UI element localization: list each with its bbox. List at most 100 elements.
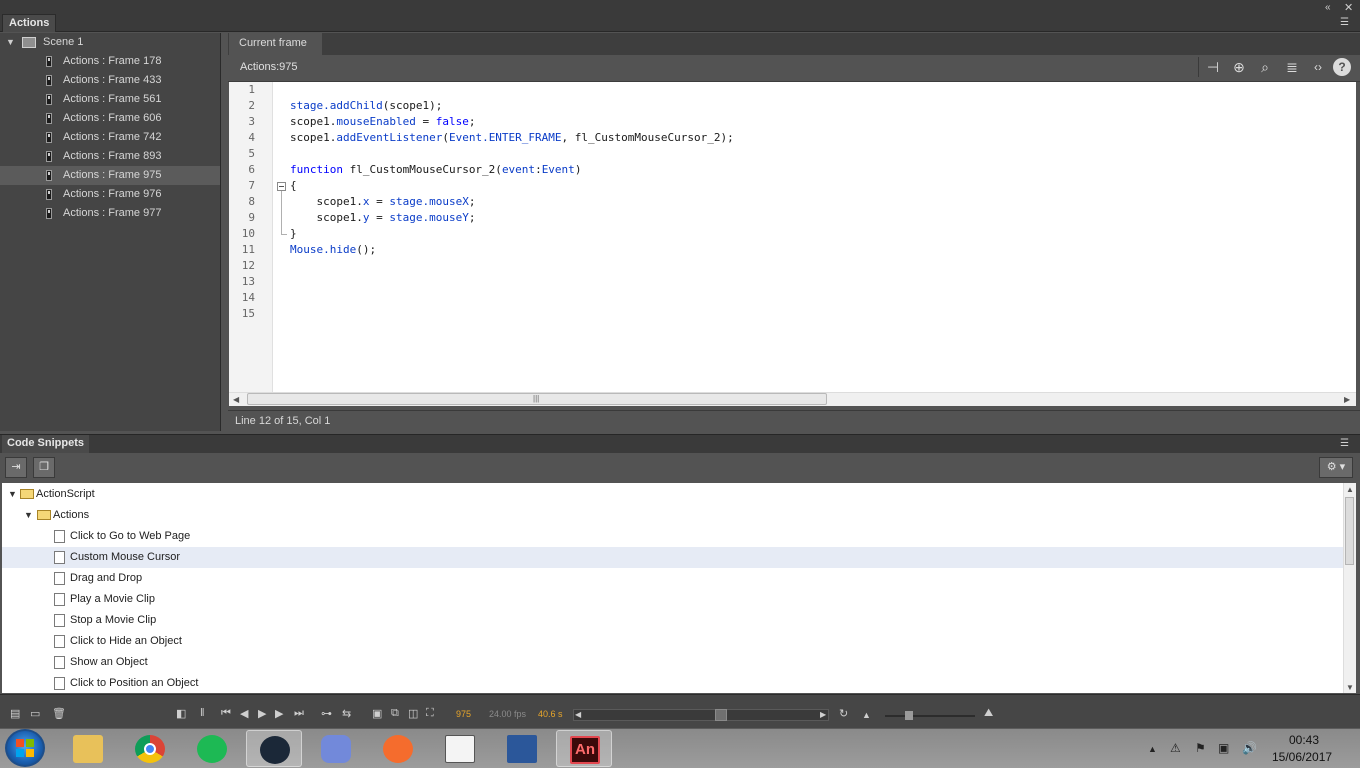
scroll-right-icon[interactable]: ▶ (820, 710, 826, 719)
snippet-folder-actions[interactable]: ▼ Actions (2, 505, 1343, 526)
tree-item-frame[interactable]: Actions : Frame 178 (0, 52, 220, 71)
next-frame-icon[interactable]: ▶ (275, 707, 283, 720)
copy-to-clipboard-icon[interactable]: ❐ (33, 457, 55, 478)
collapse-icon[interactable]: « (1325, 2, 1331, 13)
vertical-scroll-thumb[interactable] (1345, 497, 1354, 565)
word-icon (507, 735, 537, 763)
code-snippets-icon[interactable]: ‹› (1307, 57, 1329, 77)
edit-multiple-frames-icon[interactable]: ⇆ (342, 707, 351, 720)
tree-item-frame[interactable]: Actions : Frame 975 (0, 166, 220, 185)
tree-item-frame[interactable]: Actions : Frame 977 (0, 204, 220, 223)
fit-frames-icon[interactable]: ⛶ (426, 707, 434, 720)
taskbar-spotify[interactable] (184, 730, 240, 767)
snippets-toolbar (0, 453, 1360, 483)
help-icon[interactable]: ? (1333, 58, 1351, 76)
script-icon (46, 113, 52, 124)
taskbar-notepad[interactable] (432, 730, 488, 767)
add-to-frame-icon[interactable]: ⇥ (5, 457, 27, 478)
network-icon[interactable]: ⚠ (1170, 741, 1181, 755)
modify-markers-icon[interactable]: ◫ (408, 707, 418, 720)
snippets-panel-tab[interactable]: Code Snippets (2, 435, 90, 453)
folder-icon (20, 489, 34, 499)
new-layer-icon[interactable]: ▤ (10, 707, 20, 720)
tree-scene-row[interactable]: ▼ Scene 1 (0, 33, 220, 52)
tree-item-frame[interactable]: Actions : Frame 606 (0, 109, 220, 128)
tree-item-frame[interactable]: Actions : Frame 893 (0, 147, 220, 166)
format-code-icon[interactable]: ≣ (1281, 57, 1303, 77)
tree-item-label: Actions : Frame 178 (63, 55, 162, 67)
taskbar-chrome[interactable] (122, 730, 178, 767)
onion-skin-icon[interactable]: ⊶ (321, 707, 332, 720)
onion-outlines-icon[interactable]: ▣ (372, 707, 382, 720)
current-frame-display[interactable]: 975 (456, 709, 471, 719)
document-icon (54, 635, 65, 648)
first-frame-icon[interactable]: ⏮ (221, 707, 231, 720)
snippet-item[interactable]: Click to Hide an Object (2, 631, 1343, 652)
scroll-right-icon[interactable]: ▶ (1344, 395, 1350, 404)
options-gear-icon[interactable]: ⚙ ▾ (1319, 457, 1353, 478)
ethernet-icon[interactable]: ▣ (1218, 741, 1229, 755)
snippet-item[interactable]: Click to Go to Web Page (2, 526, 1343, 547)
windows-logo-icon (16, 739, 34, 757)
fold-toggle-icon[interactable] (277, 182, 286, 191)
timeline-scrollbar[interactable] (573, 709, 829, 721)
snippet-item[interactable]: Stop a Movie Clip (2, 610, 1343, 631)
scroll-down-icon[interactable]: ▼ (1346, 683, 1354, 692)
close-icon[interactable]: ✕ (1344, 1, 1353, 14)
expand-triangle-icon[interactable]: ▼ (6, 33, 15, 52)
delete-icon[interactable]: 🗑 (52, 707, 66, 720)
action-center-flag-icon[interactable]: ⚑ (1195, 741, 1206, 755)
zoom-in-icon[interactable]: ⛰ (984, 707, 993, 720)
expand-triangle-icon[interactable]: ▼ (8, 484, 17, 505)
play-icon[interactable]: ▶ (258, 707, 266, 720)
snippet-item[interactable]: Play a Movie Clip (2, 589, 1343, 610)
actions-panel-tab[interactable]: Actions (2, 14, 57, 32)
script-location: Actions:975 (240, 61, 298, 73)
tree-item-frame[interactable]: Actions : Frame 433 (0, 71, 220, 90)
show-hidden-icons[interactable]: ▲ (1148, 744, 1157, 754)
zoom-slider-track[interactable] (885, 715, 975, 717)
snippet-item[interactable]: Custom Mouse Cursor (2, 547, 1343, 568)
prev-frame-icon[interactable]: ◀ (240, 707, 248, 720)
tree-item-frame[interactable]: Actions : Frame 742 (0, 128, 220, 147)
last-frame-icon[interactable]: ⏭ (294, 707, 304, 720)
find-icon[interactable]: ⌕ (1254, 57, 1276, 77)
frame-rate-display[interactable]: 24.00 fps (489, 709, 526, 719)
start-button[interactable] (5, 729, 45, 767)
taskbar-word[interactable] (494, 730, 550, 767)
loop-icon[interactable]: ‖ (200, 707, 205, 719)
tree-item-frame[interactable]: Actions : Frame 976 (0, 185, 220, 204)
taskbar-origin[interactable] (370, 730, 426, 767)
snippet-item[interactable]: Show an Object (2, 652, 1343, 673)
zoom-slider-knob[interactable] (905, 711, 913, 720)
volume-icon[interactable]: 🔊 (1242, 741, 1257, 755)
scroll-left-icon[interactable]: ◀ (575, 710, 581, 719)
new-folder-icon[interactable]: ▭ (30, 707, 40, 720)
snippet-item[interactable]: Drag and Drop (2, 568, 1343, 589)
timeline-scroll-thumb[interactable] (715, 709, 727, 721)
taskbar-steam[interactable] (246, 730, 302, 767)
center-frame-icon[interactable]: ◧ (176, 707, 186, 720)
reset-zoom-icon[interactable]: ↻ (839, 707, 848, 720)
tab-current-frame[interactable]: Current frame (229, 33, 322, 55)
snippet-label: Click to Position an Object (70, 677, 199, 689)
clock-date[interactable]: 15/06/2017 (1272, 750, 1332, 764)
onion-markers-icon[interactable]: ⧉ (391, 707, 399, 720)
expand-triangle-icon[interactable]: ▼ (24, 505, 33, 526)
pin-script-icon[interactable]: ⊣ (1202, 57, 1224, 77)
snippets-menu-icon[interactable]: ☰ (1340, 438, 1349, 449)
insert-target-icon[interactable]: ⊕ (1228, 57, 1250, 77)
clock-time[interactable]: 00:43 (1284, 733, 1324, 747)
taskbar-discord[interactable] (308, 730, 364, 767)
taskbar-animate[interactable]: An (556, 730, 612, 767)
horizontal-scroll-thumb[interactable]: ||| (247, 393, 827, 405)
scroll-up-icon[interactable]: ▲ (1346, 485, 1354, 494)
tree-item-frame[interactable]: Actions : Frame 561 (0, 90, 220, 109)
snippet-folder-actionscript[interactable]: ▼ ActionScript (2, 484, 1343, 505)
scroll-left-icon[interactable]: ◀ (233, 395, 239, 404)
zoom-out-icon[interactable]: ▲ (862, 710, 871, 720)
snippet-label: Drag and Drop (70, 572, 143, 584)
panel-menu-icon[interactable]: ☰ (1340, 17, 1349, 28)
taskbar-file-explorer[interactable] (60, 730, 116, 767)
snippet-item[interactable]: Click to Position an Object (2, 673, 1343, 694)
